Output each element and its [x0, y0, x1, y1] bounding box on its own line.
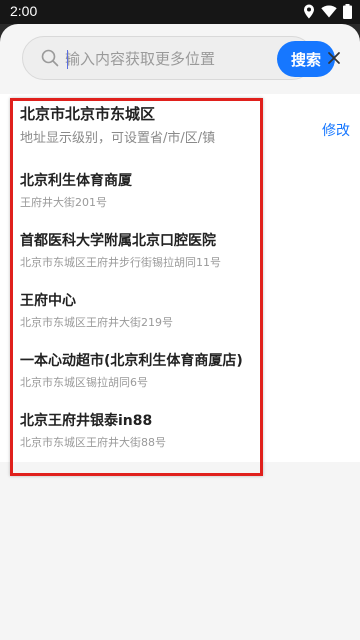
poi-item[interactable]: 一本心动超市(北京利生体育商厦店) 北京市东城区锡拉胡同6号 — [20, 352, 260, 412]
search-input[interactable] — [65, 45, 245, 73]
status-time: 2:00 — [10, 3, 38, 19]
current-address: 北京市北京市东城区 地址显示级别，可设置省/市/区/镇 — [20, 104, 320, 148]
battery-icon — [343, 4, 352, 19]
search-box[interactable]: 搜索 — [22, 36, 335, 80]
poi-item[interactable]: 首都医科大学附属北京口腔医院 北京市东城区王府井步行街锡拉胡同11号 — [20, 232, 260, 292]
close-button[interactable] — [322, 46, 346, 70]
poi-item[interactable]: 北京利生体育商厦 王府井大街201号 — [20, 172, 260, 232]
poi-item[interactable]: 北京王府井银泰in88 北京市东城区王府井大街88号 — [20, 412, 260, 472]
location-picker-sheet: 搜索 北京市北京市东城区 地址显示级别，可设置省/市/区/镇 修改 北京利生体育… — [0, 24, 360, 640]
location-icon — [304, 4, 314, 19]
poi-name: 北京王府井银泰in88 — [20, 413, 153, 429]
current-address-subtitle: 地址显示级别，可设置省/市/区/镇 — [20, 131, 216, 146]
poi-name: 一本心动超市(北京利生体育商厦店) — [20, 353, 243, 369]
wifi-icon — [321, 5, 337, 18]
poi-name: 首都医科大学附属北京口腔医院 — [20, 233, 216, 249]
poi-name: 王府中心 — [20, 293, 76, 309]
location-content: 北京市北京市东城区 地址显示级别，可设置省/市/区/镇 修改 北京利生体育商厦 … — [0, 94, 360, 462]
poi-address: 北京市东城区王府井大街88号 — [20, 436, 166, 449]
poi-name: 北京利生体育商厦 — [20, 173, 132, 189]
poi-list: 北京利生体育商厦 王府井大街201号 首都医科大学附属北京口腔医院 北京市东城区… — [20, 172, 260, 472]
text-cursor — [67, 50, 68, 69]
poi-item[interactable]: 王府中心 北京市东城区王府井大街219号 — [20, 292, 260, 352]
close-icon — [328, 52, 340, 64]
poi-address: 北京市东城区王府井步行街锡拉胡同11号 — [20, 256, 221, 269]
poi-address: 北京市东城区锡拉胡同6号 — [20, 376, 148, 389]
search-row: 搜索 — [0, 36, 360, 82]
poi-address: 王府井大街201号 — [20, 196, 107, 209]
status-icons — [303, 4, 352, 19]
poi-address: 北京市东城区王府井大街219号 — [20, 316, 173, 329]
search-icon — [41, 49, 59, 67]
current-address-title: 北京市北京市东城区 — [20, 105, 156, 123]
status-bar: 2:00 — [0, 0, 360, 24]
modify-button[interactable]: 修改 — [322, 120, 350, 140]
